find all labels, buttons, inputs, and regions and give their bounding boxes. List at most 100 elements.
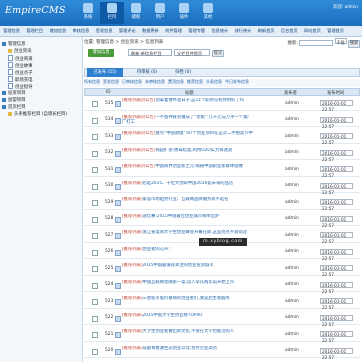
- row-checkbox[interactable]: [92, 216, 98, 223]
- row-time[interactable]: 2016-01-01 22:57: [320, 166, 353, 178]
- secnav-item[interactable]: 管理信息: [0, 26, 23, 36]
- secnav-item[interactable]: 管理专题: [185, 26, 208, 36]
- row-checkbox[interactable]: [92, 332, 98, 338]
- row-title[interactable]: [推荐列表]迪比赛:2015中国最佳创业城市榜单出炉: [122, 214, 254, 219]
- sidebar-item[interactable]: 头条推荐栏目 (自增长栏目): [8, 111, 67, 117]
- row-time[interactable]: 2016-01-01 22:57: [320, 116, 353, 129]
- row-checkbox[interactable]: [92, 299, 98, 305]
- row-title[interactable]: [推荐列表]大学生创业者做出新文化,不管在大学也能活的人: [122, 329, 254, 334]
- topnav-system[interactable]: 系统: [76, 2, 100, 24]
- sidebar-item[interactable]: 创业指导: [8, 83, 33, 90]
- search-input[interactable]: [299, 39, 334, 46]
- row-checkbox[interactable]: [92, 167, 98, 173]
- row-checkbox[interactable]: [92, 134, 98, 140]
- filter-link[interactable]: 未审核信息: [145, 79, 165, 84]
- row-title[interactable]: [推荐列表]三星股市股价暴增的创业者们,我是后生者服务: [122, 296, 254, 301]
- search-field-select[interactable]: 不限: [334, 38, 347, 45]
- refresh-select[interactable]: 刷新:单信息栏目: [128, 49, 172, 56]
- secnav-item[interactable]: 网站首页: [301, 26, 324, 36]
- secnav-item[interactable]: 签发信息: [93, 26, 116, 36]
- topnav-template[interactable]: 模板: [124, 2, 148, 24]
- row-title[interactable]: [推荐列表]家居市场趋势行业、互联网品牌服务商不起名: [122, 197, 254, 202]
- row-checkbox[interactable]: [92, 266, 98, 272]
- row-id: 521: [105, 331, 114, 337]
- submit-button[interactable]: 提交: [212, 49, 224, 57]
- filter-link[interactable]: 推荐信息: [187, 79, 203, 84]
- tab-published[interactable]: 已发布 (55): [87, 68, 123, 77]
- sidebar-item[interactable]: 管理信息: [2, 41, 26, 47]
- topnav-other[interactable]: 其他: [196, 2, 220, 24]
- row-time[interactable]: 2016-01-01 22:57: [320, 331, 353, 343]
- row-title[interactable]: [推荐列表]创业者的心声:: [122, 247, 254, 252]
- row-checkbox[interactable]: [92, 117, 98, 124]
- row-id: 522: [105, 315, 114, 320]
- row-checkbox[interactable]: [92, 150, 98, 157]
- tab-pending[interactable]: 待审核 (0): [131, 68, 163, 77]
- row-time[interactable]: 2016-01-01 22:57: [320, 232, 353, 244]
- filter-link[interactable]: 所有信息: [84, 79, 100, 84]
- row-checkbox[interactable]: [92, 282, 98, 289]
- row-time[interactable]: 2016-01-01 22:57: [320, 199, 353, 211]
- sidebar-item[interactable]: 加盟项目: [2, 97, 26, 103]
- sidebar-item[interactable]: 创业资讯: [8, 48, 32, 54]
- row-time[interactable]: 2016-01-01 22:57: [320, 248, 353, 261]
- row-title[interactable]: [推荐列表]中国互联网金融第一案:首人早在两年前开始上市: [122, 280, 254, 285]
- row-title[interactable]: [推荐列表页公告]别拿着情怀混日子,这11个职场先机你用好了吗: [122, 98, 254, 103]
- row-title[interactable]: [推荐列表]浙江省电商大学生创业峰会开幕在即,这些亮点不容错过: [122, 230, 254, 235]
- secnav-item[interactable]: 增加信息: [46, 26, 69, 36]
- secnav-item[interactable]: 管理评论: [116, 26, 139, 36]
- secnav-item[interactable]: 数据更新: [139, 26, 162, 36]
- topnav-plugin[interactable]: 插件: [172, 2, 196, 24]
- row-time[interactable]: 2016-01-01 22:57: [320, 347, 353, 360]
- row-title[interactable]: [推荐列表页公告]中国商界创业新之元:揭秘中国职业新群体画像: [122, 164, 254, 169]
- row-checkbox[interactable]: [92, 101, 98, 107]
- row-title[interactable]: [推荐列表页公告]盘点“中国骄傲”:87个创业项目在这次二手拍卖节中: [122, 131, 254, 136]
- row-time[interactable]: 2016-01-01 22:57: [320, 281, 353, 294]
- row-title[interactable]: [推荐列表]后起2015、十位大创辩中国2016是未来的品店: [122, 181, 254, 186]
- secnav-item[interactable]: 后台首页: [278, 26, 301, 36]
- sidebar-item[interactable]: 首页栏目: [2, 104, 26, 110]
- topnav-user[interactable]: 用户: [148, 2, 172, 24]
- secnav-item[interactable]: 附件管理: [162, 26, 185, 36]
- row-time[interactable]: 2016-01-01 22:57: [320, 100, 353, 112]
- sidebar-item[interactable]: 投资项目: [2, 90, 26, 96]
- row-checkbox[interactable]: [92, 183, 98, 190]
- sidebar-item[interactable]: 职场充电: [8, 76, 33, 83]
- secnav-item[interactable]: 管理栏目: [23, 26, 46, 36]
- row-checkbox[interactable]: [92, 348, 98, 355]
- sidebar-item[interactable]: 创业故事: [8, 62, 33, 69]
- row-title[interactable]: [推荐列表]2015中国最值得关注的创业投资城市: [122, 263, 254, 268]
- sidebar-item[interactable]: 创业商道: [8, 55, 33, 62]
- secnav-item[interactable]: 管理首页: [324, 26, 347, 36]
- row-title[interactable]: [推荐列表]成都青春潮生态创业以北:宣传企业高点: [122, 346, 254, 351]
- row-title[interactable]: [推荐列表]2015中国大学生创业榜TOP40: [122, 313, 254, 318]
- tab-archive[interactable]: 归档 (0): [171, 68, 195, 77]
- secnav-item[interactable]: 审核信息: [69, 26, 92, 36]
- row-title[interactable]: [推荐列表页公告]一不留神就有做成了“老板”:几十元与万乎一个富广厂打工: [122, 115, 254, 125]
- row-time[interactable]: 2016-01-01 22:57: [320, 149, 353, 162]
- filter-link[interactable]: 头条信息: [206, 79, 222, 84]
- row-checkbox[interactable]: [92, 315, 98, 322]
- row-time[interactable]: 2016-01-01 22:57: [320, 298, 353, 310]
- secnav-item[interactable]: 信息统计: [208, 26, 231, 36]
- row-time[interactable]: 2016-01-01 22:57: [320, 133, 353, 145]
- row-checkbox[interactable]: [92, 249, 98, 256]
- row-title[interactable]: [推荐列表页公告]商超扩张:依靠结盟,利用O2O实力再逐浪: [122, 148, 254, 153]
- row-publisher: admin: [285, 298, 299, 304]
- secnav-item[interactable]: 排行统计: [231, 26, 254, 36]
- add-info-button[interactable]: 增加信息: [88, 49, 114, 57]
- topnav-column[interactable]: 栏目: [100, 2, 124, 24]
- row-time[interactable]: 2016-01-01 22:57: [320, 215, 353, 228]
- scope-select[interactable]: 父栏目并首页: [174, 49, 210, 56]
- filter-link[interactable]: 已审核信息: [122, 79, 142, 84]
- filter-link[interactable]: 今日发布信息: [225, 79, 249, 84]
- sidebar-item[interactable]: 创业点子: [8, 69, 33, 76]
- row-time[interactable]: 2016-01-01 22:57: [320, 265, 353, 277]
- row-checkbox[interactable]: [92, 233, 98, 239]
- row-time[interactable]: 2016-01-01 22:57: [320, 314, 353, 327]
- filter-link[interactable]: 置顶信息: [168, 79, 184, 84]
- row-checkbox[interactable]: [92, 200, 98, 206]
- row-time[interactable]: 2016-01-01 22:57: [320, 182, 353, 195]
- filter-link[interactable]: 签发信息: [103, 79, 119, 84]
- secnav-item[interactable]: 刷新首页: [255, 26, 278, 36]
